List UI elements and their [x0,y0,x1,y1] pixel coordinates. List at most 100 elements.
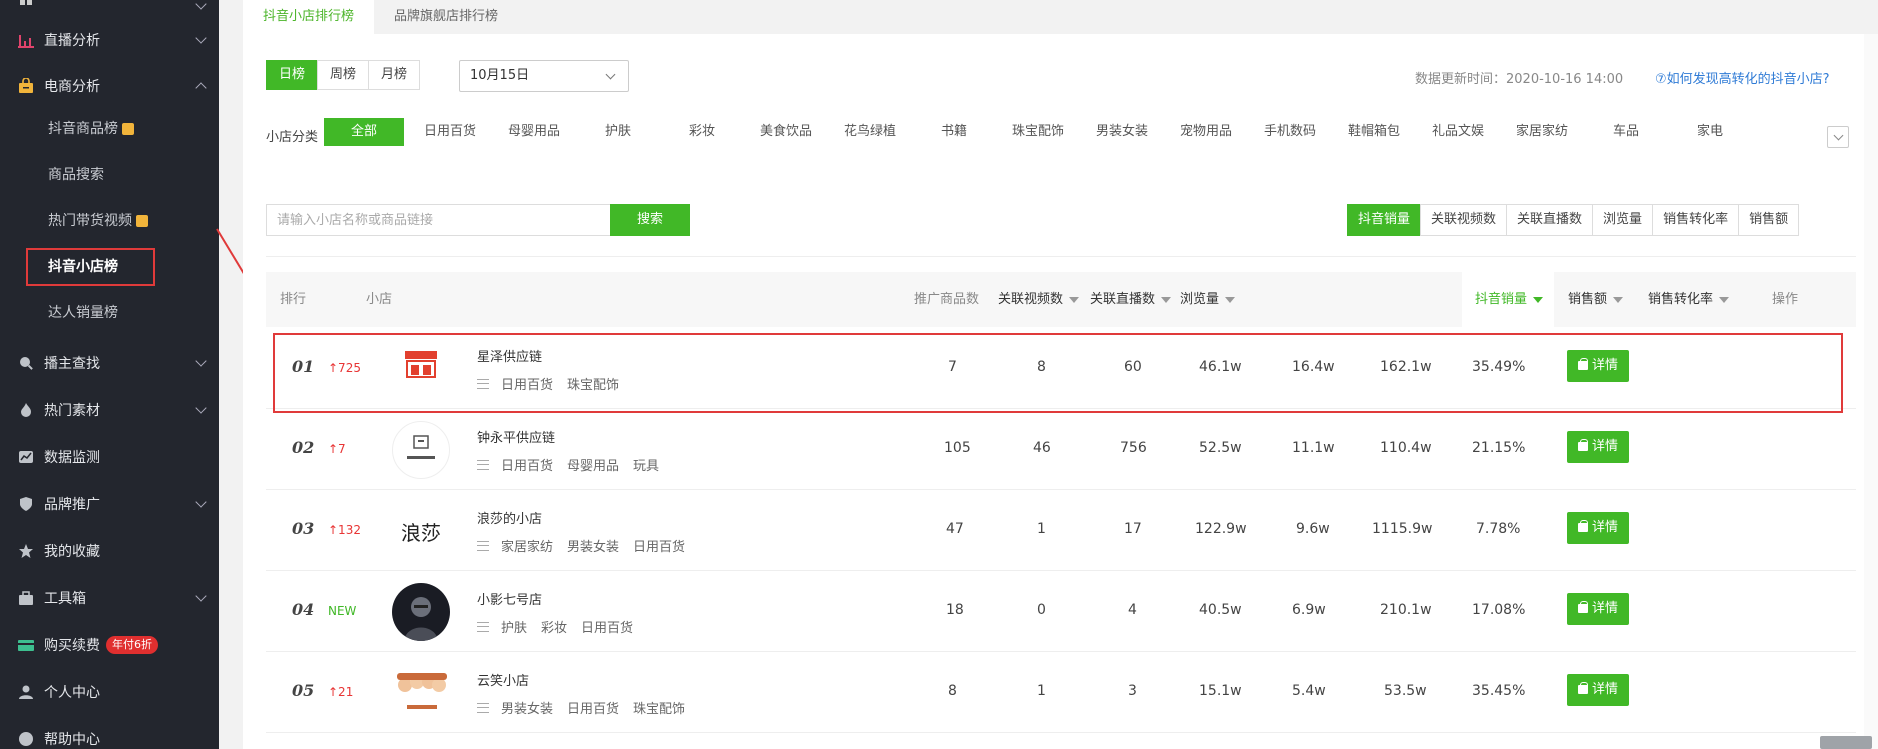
help-link[interactable]: ⑦如何发现高转化的抖音小店? [1655,68,1830,87]
cell-videos: 0 [1037,602,1046,618]
tab-shop-ranking[interactable]: 抖音小店排行榜 [243,0,375,34]
sort-views[interactable]: 浏览量 [1592,204,1654,236]
category-item[interactable]: 母婴用品 [492,118,576,146]
scrollbar-thumb[interactable] [1820,736,1872,749]
grid-icon [18,0,34,14]
sidebar-item-data-monitor[interactable]: 数据监测 [0,437,219,477]
category-item[interactable]: 礼品文娱 [1416,118,1500,146]
detail-button[interactable]: 详情 [1567,431,1629,463]
sort-caret-icon [1069,296,1080,303]
rank-change: ↑21 [328,685,354,699]
cell-videos: 46 [1033,440,1051,456]
sort-caret-icon [1719,296,1730,303]
sidebar-item-favorites[interactable]: 我的收藏 [0,531,219,571]
category-item[interactable]: 花鸟绿植 [828,118,912,146]
sort-conversion[interactable]: 销售转化率 [1652,204,1740,236]
sidebar-item-help[interactable]: 帮助中心 [0,719,219,749]
category-item[interactable]: 家电 [1668,118,1752,146]
category-item[interactable]: 宠物用品 [1164,118,1248,146]
sidebar-sub-hot-videos[interactable]: 热门带货视频 [0,200,219,240]
chevron-up-icon [195,82,207,94]
tab-brand-ranking[interactable]: 品牌旗舰店排行榜 [374,0,518,34]
cell-revenue: 1115.9w [1372,521,1433,537]
detail-button[interactable]: 详情 [1567,512,1629,544]
list-icon [477,459,489,470]
sidebar-sub-product-search[interactable]: 商品搜索 [0,154,219,194]
category-item[interactable]: 鞋帽箱包 [1332,118,1416,146]
search-icon [18,355,34,371]
shop-name[interactable]: 云笑小店 [477,670,529,689]
user-icon [18,684,34,700]
chevron-down-icon [195,590,207,602]
sort-douyin-sales[interactable]: 抖音销量 [1347,204,1422,236]
cell-conversion: 35.45% [1472,683,1526,699]
cell-conversion: 7.78% [1476,521,1521,537]
category-item[interactable]: 车品 [1584,118,1668,146]
sidebar-item-profile[interactable]: 个人中心 [0,672,219,712]
shop-name[interactable]: 小影七号店 [477,589,542,608]
lock-icon [136,215,148,227]
category-item[interactable]: 彩妆 [660,118,744,146]
detail-button[interactable]: 详情 [1567,674,1629,706]
rank-change: NEW [328,604,357,618]
category-item[interactable]: 手机数码 [1248,118,1332,146]
header-revenue[interactable]: 销售额 [1568,272,1624,327]
cell-lives: 17 [1124,521,1142,537]
sort-videos[interactable]: 关联视频数 [1420,204,1508,236]
cell-sales: 9.6w [1296,521,1330,537]
shop-name[interactable]: 浪莎的小店 [477,508,542,527]
rank-number: 04 [292,600,315,619]
table-header: 排行 小店 推广商品数 关联视频数 关联直播数 浏览量 抖音销量 销售额 销售转… [266,272,1856,327]
bar-chart-icon [18,32,34,48]
header-products: 推广商品数 [914,292,980,307]
header-sales[interactable]: 抖音销量 [1475,272,1544,327]
category-item[interactable]: 珠宝配饰 [996,118,1080,146]
sidebar-sub-influencer-sales[interactable]: 达人销量榜 [0,292,219,332]
category-all[interactable]: 全部 [324,118,404,146]
rank-number: 03 [292,519,315,538]
sort-lives[interactable]: 关联直播数 [1506,204,1594,236]
period-monthly-button[interactable]: 月榜 [368,60,421,90]
sidebar-sub-douyin-products[interactable]: 抖音商品榜 [0,108,219,148]
sidebar-item-creator-search[interactable]: 播主查找 [0,343,219,383]
shop-logo [392,664,450,722]
list-icon [477,621,489,632]
header-lives[interactable]: 关联直播数 [1090,272,1172,327]
vertical-scrollbar[interactable] [1864,34,1878,749]
category-item[interactable]: 书籍 [912,118,996,146]
sidebar-item-toolbox[interactable]: 工具箱 [0,578,219,618]
period-weekly-button[interactable]: 周榜 [317,60,370,90]
sort-caret-icon [1613,296,1624,303]
date-select[interactable]: 10月15日 [459,60,629,92]
category-item[interactable]: 美食饮品 [744,118,828,146]
sidebar-item-hot-material[interactable]: 热门素材 [0,390,219,430]
detail-button[interactable]: 详情 [1567,593,1629,625]
sort-caret-icon [1161,296,1172,303]
sidebar-item-live-analysis[interactable]: 直播分析 [0,20,219,60]
table-row: 03 ↑132 浪莎 浪莎的小店 家居家纺 男装女装 日用百货 47 1 17 … [266,490,1856,571]
category-expand-button[interactable] [1827,126,1849,148]
category-item[interactable]: 护肤 [576,118,660,146]
header-videos[interactable]: 关联视频数 [998,272,1080,327]
category-item[interactable]: 男装女装 [1080,118,1164,146]
sidebar-item-ecommerce[interactable]: 电商分析 [0,66,219,106]
category-item[interactable]: 日用百货 [408,118,492,146]
sidebar-item-brand-promo[interactable]: 品牌推广 [0,484,219,524]
sort-caret-icon [1533,296,1544,303]
search-input[interactable] [266,204,610,236]
sort-revenue[interactable]: 销售额 [1738,204,1800,236]
cell-views: 122.9w [1195,521,1247,537]
period-daily-button[interactable]: 日榜 [266,60,319,90]
update-time: 数据更新时间：2020-10-16 14:00 [1415,72,1624,87]
category-item[interactable]: 家居家纺 [1500,118,1584,146]
shop-tags: 护肤 彩妆 日用百货 [477,617,647,636]
cell-revenue: 53.5w [1384,683,1427,699]
shop-logo: 浪莎 [392,502,450,560]
header-shop: 小店 [366,292,393,307]
header-conversion[interactable]: 销售转化率 [1648,272,1730,327]
search-button[interactable]: 搜索 [610,204,690,236]
header-views[interactable]: 浏览量 [1180,272,1236,327]
rank-change: ↑7 [328,442,346,456]
sidebar-item-purchase[interactable]: 购买续费 年付6折 [0,625,219,665]
shop-name[interactable]: 钟永平供应链 [477,427,555,446]
